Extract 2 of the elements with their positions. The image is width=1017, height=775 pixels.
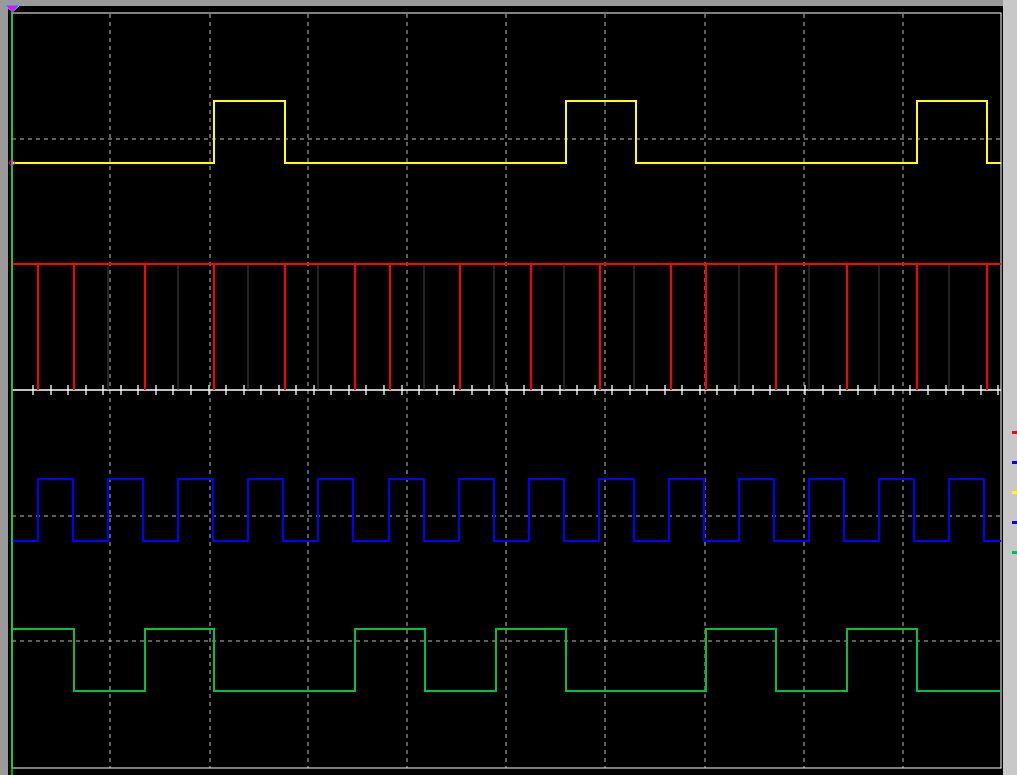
channel-marker-icon [4,4,21,13]
trigger-marker-icon [9,160,15,166]
